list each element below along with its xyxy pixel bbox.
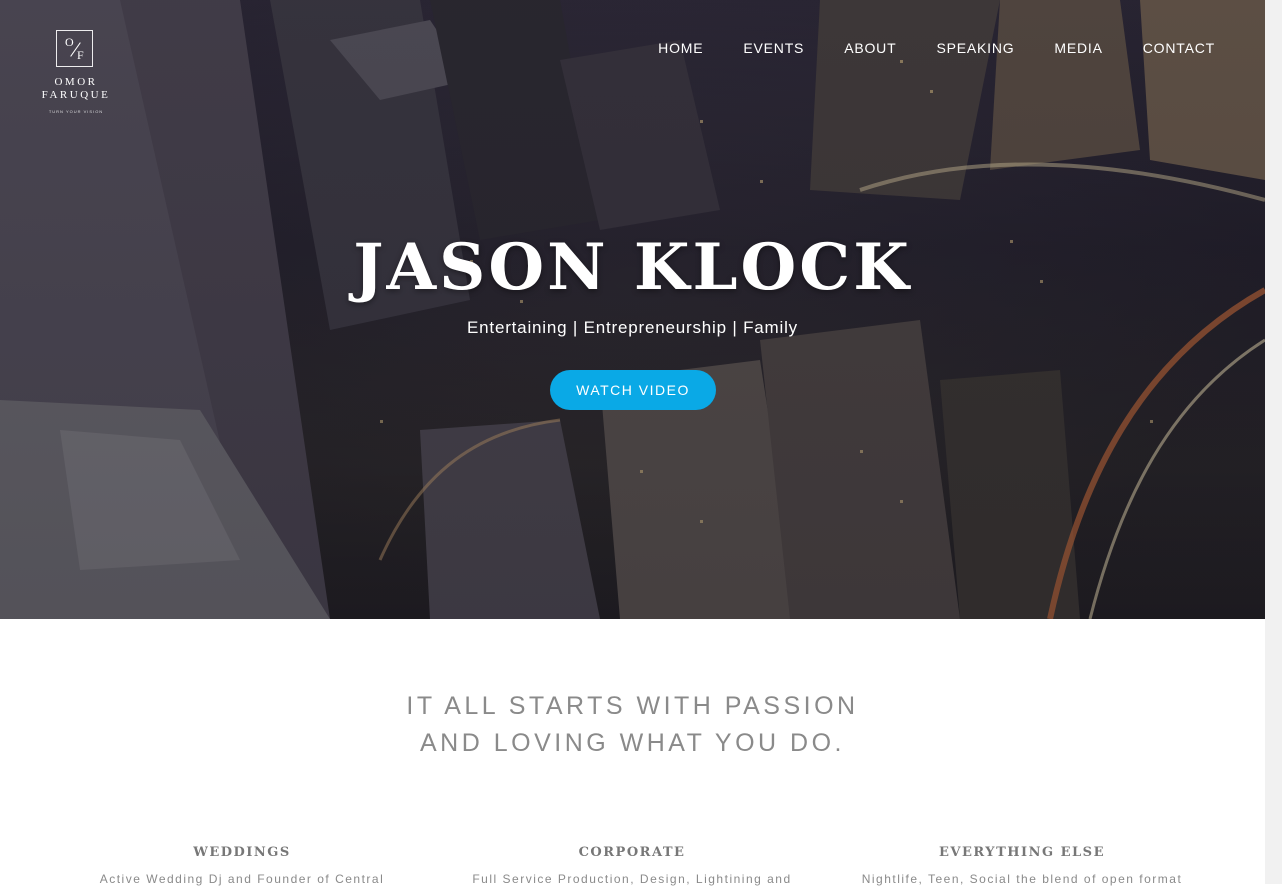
logo-mark-bottom: F [77, 48, 84, 62]
intro-line2: AND LOVING WHAT YOU DO. [420, 729, 845, 757]
hero-subtitle: Entertaining | Entrepreneurship | Family [467, 318, 798, 337]
hero-section [0, 0, 1265, 619]
nav-home[interactable]: HOME [658, 39, 703, 57]
intro-tagline: IT ALL STARTS WITH PASSION AND LOVING WH… [0, 688, 1265, 762]
service-title: EVERYTHING ELSE [939, 845, 1105, 860]
page-scrollbar[interactable] [1265, 0, 1282, 884]
logo-mark: O F [56, 30, 93, 67]
service-everything-else: EVERYTHING ELSE Nightlife, Teen, Social … [827, 844, 1217, 886]
service-corporate: CORPORATE Full Service Production, Desig… [437, 844, 827, 886]
nav-contact[interactable]: CONTACT [1143, 39, 1215, 57]
logo-name-line2: FARUQUE [41, 89, 111, 101]
service-title: CORPORATE [578, 845, 686, 860]
logo-tagline: TURN YOUR VISION [48, 109, 104, 114]
hero-overlay [0, 0, 1265, 619]
main-navigation: HOME EVENTS ABOUT SPEAKING MEDIA CONTACT [618, 39, 1215, 57]
hero-title: JASON KLOCK [353, 230, 912, 305]
logo-mark-top: O [65, 35, 74, 49]
watch-video-button[interactable]: WATCH VIDEO [550, 370, 716, 410]
site-logo[interactable]: O F OMOR FARUQUE TURN YOUR VISION [36, 29, 116, 119]
nav-events[interactable]: EVENTS [743, 39, 804, 57]
nav-media[interactable]: MEDIA [1054, 39, 1102, 57]
logo-name-line1: OMOR [54, 76, 98, 88]
service-title: WEDDINGS [193, 845, 291, 860]
nav-speaking[interactable]: SPEAKING [936, 39, 1014, 57]
nav-about[interactable]: ABOUT [844, 39, 896, 57]
service-weddings: WEDDINGS Active Wedding Dj and Founder o… [47, 844, 437, 886]
logo-name: OMOR FARUQUE [36, 76, 116, 102]
intro-line1: IT ALL STARTS WITH PASSION [406, 692, 859, 720]
